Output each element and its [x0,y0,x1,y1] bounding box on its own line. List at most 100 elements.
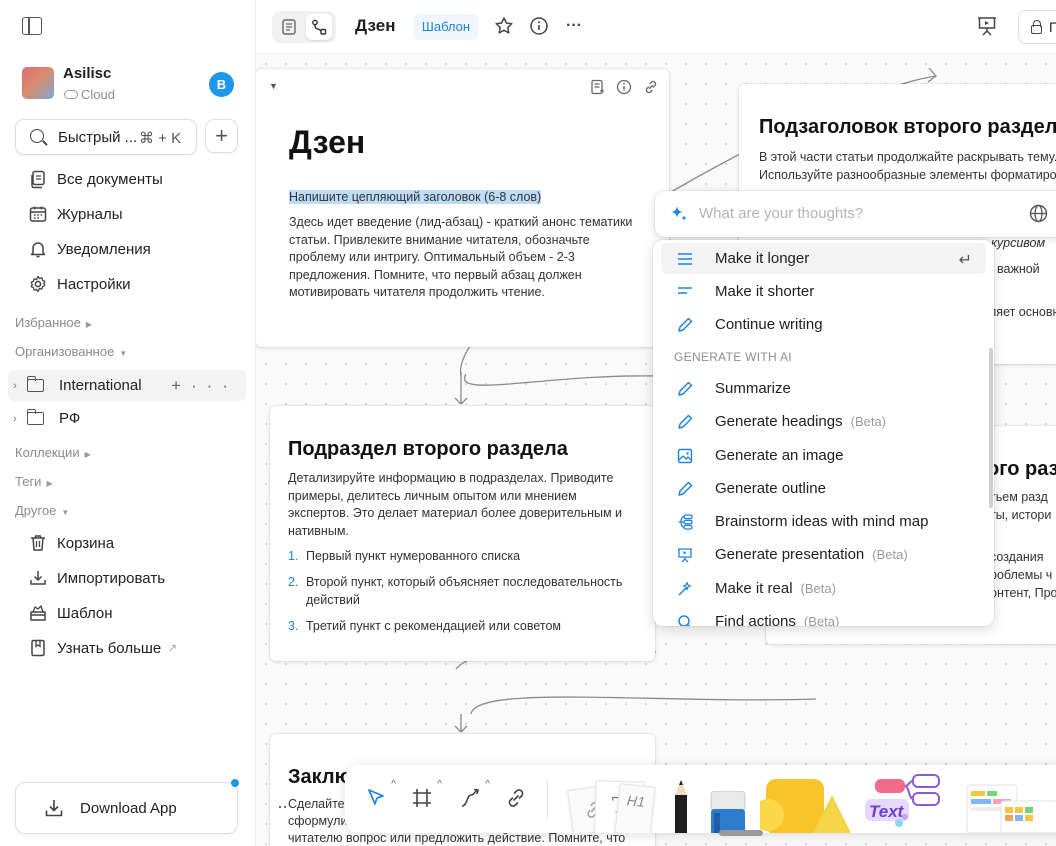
ai-action-generate-presentation[interactable]: Generate presentation (Beta) [661,539,986,570]
link-tool[interactable] [503,785,529,811]
ai-action-summarize[interactable]: Summarize [661,373,986,404]
section-tags[interactable]: Теги ▶ [15,474,53,489]
ai-action-make-shorter[interactable]: Make it shorter [661,276,986,307]
template-tool[interactable] [961,781,1056,833]
card-sub-list: 1. Первый пункт нумерованного списка 2. Вт… [288,547,633,635]
page-mode-button[interactable] [276,14,302,40]
download-app-button[interactable]: Download App [15,782,238,834]
ai-action-make-real[interactable]: Make it real (Beta) [661,573,986,604]
ai-prompt-input[interactable]: What are your thoughts? [655,191,1056,237]
frame-tool[interactable]: ^ [409,779,442,811]
tree-item-actions[interactable]: +··· [171,376,238,396]
list-item: 2. Второй пункт, который объясняет послед… [288,575,623,607]
nav-label: Все документы [57,170,163,188]
section-favorites[interactable]: Избранное ▶ [15,315,92,330]
nav-all-docs[interactable]: Все документы [28,167,238,191]
mindmap-tool[interactable]: Text [861,773,943,833]
user-avatar[interactable]: B [209,72,234,97]
ai-action-generate-outline[interactable]: Generate outline [661,473,986,504]
connector-tool[interactable]: ^ [457,779,490,811]
presentation-icon[interactable] [976,15,998,37]
shape-tool[interactable] [752,775,851,833]
toolbar-separator [547,779,548,819]
pen-icon [673,381,697,397]
more-icon[interactable]: ··· [563,15,585,37]
nav-trash[interactable]: Корзина [28,531,238,555]
import-icon [28,569,47,588]
section-other[interactable]: Другое ▼ [15,503,69,518]
nav-label: Уведомления [57,240,151,258]
pencil-tool[interactable] [672,779,690,833]
card-right-top-body: В этой части статьи продолжайте раскрыва… [759,150,1056,182]
sidebar: Asilisc Cloud B Быстрый ... ⌘ + K + Все … [0,0,256,846]
beta-tag: (Beta) [850,414,887,429]
ai-action-make-longer[interactable]: Make it longer ↵ [661,243,986,274]
template-badge[interactable]: Шаблон [414,14,478,40]
ai-action-generate-image[interactable]: Generate an image [661,440,986,471]
tree-item-rf[interactable]: › РФ [8,403,246,434]
edgeless-mode-button[interactable] [306,14,332,40]
info-icon[interactable] [528,15,550,37]
section-label: Теги [15,474,42,489]
edgeless-icon [312,19,327,35]
link-icon [508,789,524,807]
card-main-subtitle[interactable]: Напишите цепляющий заголовок (6-8 слов) [289,190,542,204]
bell-icon [28,240,47,259]
list-item: 3. Третий пункт с рекомендацией или совет… [288,619,561,633]
ai-action-continue-writing[interactable]: Continue writing [661,309,986,340]
page-icon [282,19,296,35]
share-button[interactable]: П [1018,10,1056,44]
search-icon [673,614,697,626]
card-right-top-bold: важной [997,262,1040,276]
ai-action-label: Make it longer [715,250,810,267]
nav-template[interactable]: Шаблон [28,601,238,625]
more-dots-icon[interactable]: ·· [277,796,288,817]
card-bottom-line: сформули [288,814,348,828]
sidebar-toggle-icon[interactable] [22,17,42,35]
doc-title[interactable]: Дзен [355,16,395,36]
chevron-right-icon[interactable]: › [8,413,22,425]
note-card-main[interactable]: ▼ Дзен Напишите цепляющий заголовок (6-8… [256,69,669,347]
card-main-body[interactable]: Здесь идет введение (лид-абзац) - кратки… [289,214,649,302]
ai-menu-scrollbar[interactable] [989,348,993,508]
ai-action-label: Find actions [715,613,796,626]
ai-action-label: Generate outline [715,480,826,497]
beta-tag: (Beta) [800,581,836,596]
card-right-mid-line: роблемы ч [990,568,1053,582]
section-organized[interactable]: Организованное ▼ [15,344,127,359]
collapse-icon[interactable]: ▼ [269,81,278,91]
star-icon[interactable] [493,15,515,37]
shapes-icon [752,779,851,833]
note-link-doc-icon[interactable] [590,79,606,99]
tree-item-international[interactable]: › International +··· [8,370,246,401]
pointer-tool[interactable]: ^ [363,779,396,811]
card-right-top-more: ляет основн [989,305,1056,319]
note-info-icon[interactable] [616,79,632,99]
add-doc-button[interactable]: + [205,119,238,153]
globe-icon[interactable] [1029,204,1048,227]
heading-tool[interactable]: H1 [614,783,656,833]
chevron-right-icon[interactable]: › [8,380,22,392]
ai-action-label: Summarize [715,380,791,397]
section-label: Коллекции [15,445,80,460]
card-bottom-title: Заклю [288,766,352,788]
note-copy-link-icon[interactable] [643,79,659,99]
template-gallery-icon [966,784,1056,833]
eraser-tool[interactable] [709,790,747,833]
ai-action-mind-map[interactable]: Brainstorm ideas with mind map [661,506,986,537]
ai-action-find-actions[interactable]: Find actions (Beta) [661,606,986,626]
nav-journals[interactable]: Журналы [28,202,238,226]
section-collections[interactable]: Коллекции ▶ [15,445,91,460]
tree-item-label: РФ [59,410,81,427]
quick-search[interactable]: Быстрый ... ⌘ + K [15,119,197,155]
nav-settings[interactable]: Настройки [28,272,238,296]
nav-learn-more[interactable]: Узнать больше ↗ [28,636,238,660]
nav-notifications[interactable]: Уведомления [28,237,238,261]
nav-import[interactable]: Импортировать [28,566,238,590]
calendar-icon [28,205,47,224]
trash-icon [28,534,47,553]
toolbar-drag-handle[interactable] [719,830,763,836]
note-card-subsection[interactable]: Подраздел второго раздела Детализируйте … [270,406,655,661]
pen-icon [673,481,697,497]
ai-action-generate-headings[interactable]: Generate headings (Beta) [661,406,986,437]
